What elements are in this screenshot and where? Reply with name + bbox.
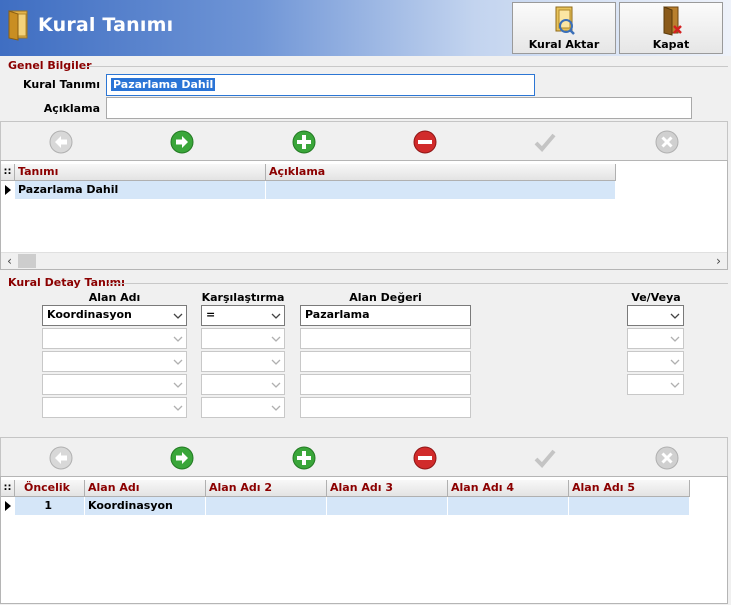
chevron-down-icon — [271, 405, 281, 411]
row-indicator — [1, 497, 15, 515]
scroll-left-icon[interactable]: ‹ — [1, 253, 18, 269]
group-divider — [108, 283, 728, 284]
close-door-icon — [663, 6, 682, 36]
alan-adi-dropdown[interactable] — [42, 374, 187, 395]
ve-veya-dropdown[interactable] — [627, 328, 684, 349]
chevron-down-icon — [173, 336, 183, 342]
chevron-down-icon — [173, 405, 183, 411]
kural-tanimi-field[interactable]: Pazarlama Dahil — [106, 74, 535, 96]
chevron-down-icon — [173, 359, 183, 365]
header-alan-adi: Alan Adı — [88, 291, 141, 304]
cancel-icon[interactable] — [654, 445, 680, 471]
karsilastirma-dropdown[interactable] — [201, 351, 285, 372]
back-arrow-icon[interactable] — [48, 129, 74, 155]
karsilastirma-dropdown[interactable]: = — [201, 305, 285, 326]
row-pointer-icon — [5, 501, 11, 511]
chevron-down-icon — [670, 336, 680, 342]
confirm-check-icon[interactable] — [532, 129, 558, 155]
chevron-down-icon — [173, 382, 183, 388]
grid-corner: :: — [1, 480, 15, 497]
karsilastirma-value: = — [206, 308, 216, 321]
scroll-thumb[interactable] — [18, 254, 36, 268]
add-icon[interactable] — [291, 129, 317, 155]
group-title-genel: Genel Bilgiler — [8, 59, 92, 72]
chevron-down-icon — [173, 313, 183, 319]
rules-nav-toolbar — [0, 121, 728, 160]
table-cell-aciklama[interactable] — [266, 181, 616, 199]
alan-adi-dropdown[interactable]: Koordinasyon — [42, 305, 187, 326]
back-arrow-icon[interactable] — [48, 445, 74, 471]
add-icon[interactable] — [291, 445, 317, 471]
alan-degeri-field[interactable] — [300, 328, 471, 349]
alan-adi-dropdown[interactable] — [42, 328, 187, 349]
alan-adi-dropdown[interactable] — [42, 351, 187, 372]
header-ve-veya: Ve/Veya — [631, 291, 681, 304]
scroll-right-icon[interactable]: › — [710, 253, 727, 269]
header-karsilastirma: Karşılaştırma — [201, 291, 285, 304]
delete-icon[interactable] — [412, 445, 438, 471]
aciklama-field[interactable] — [106, 97, 692, 119]
table-cell-alan-adi-5[interactable] — [569, 497, 690, 515]
grid-corner: :: — [1, 164, 15, 181]
forward-arrow-icon[interactable] — [169, 445, 195, 471]
chevron-down-icon — [271, 313, 281, 319]
alan-adi-dropdown[interactable] — [42, 397, 187, 418]
title-bar: Kural Tanımı Kural Aktar Kapat — [0, 0, 731, 56]
page-title: Kural Tanımı — [38, 14, 174, 36]
row-indicator — [1, 181, 15, 199]
chevron-down-icon — [271, 336, 281, 342]
table-cell-alan-adi-4[interactable] — [448, 497, 569, 515]
table-cell-alan-adi-2[interactable] — [206, 497, 327, 515]
column-header-alan-adi-4[interactable]: Alan Adı 4 — [448, 480, 569, 497]
alan-degeri-field[interactable] — [300, 397, 471, 418]
table-cell-tanimi[interactable]: Pazarlama Dahil — [15, 181, 266, 199]
group-divider — [82, 66, 728, 67]
folder-rules-icon — [8, 10, 28, 41]
detail-nav-toolbar — [0, 437, 728, 476]
column-header-alan-adi-2[interactable]: Alan Adı 2 — [206, 480, 327, 497]
detail-grid[interactable]: :: Öncelik Alan Adı Alan Adı 2 Alan Adı … — [0, 476, 728, 604]
column-header-alan-adi[interactable]: Alan Adı — [85, 480, 206, 497]
kural-aktar-button[interactable]: Kural Aktar — [512, 2, 616, 54]
alan-degeri-field[interactable] — [300, 351, 471, 372]
alan-degeri-field[interactable] — [300, 374, 471, 395]
karsilastirma-dropdown[interactable] — [201, 397, 285, 418]
aciklama-label: Açıklama — [43, 102, 100, 115]
chevron-down-icon — [670, 382, 680, 388]
kural-tanimi-value: Pazarlama Dahil — [111, 78, 216, 91]
export-rule-icon — [555, 6, 575, 35]
chevron-down-icon — [271, 359, 281, 365]
chevron-down-icon — [271, 382, 281, 388]
header-alan-degeri: Alan Değeri — [349, 291, 422, 304]
column-header-aciklama[interactable]: Açıklama — [266, 164, 616, 181]
alan-degeri-field[interactable]: Pazarlama — [300, 305, 471, 326]
chevron-down-icon — [670, 359, 680, 365]
column-header-alan-adi-5[interactable]: Alan Adı 5 — [569, 480, 690, 497]
row-pointer-icon — [5, 185, 11, 195]
table-cell-oncelik[interactable]: 1 — [15, 497, 85, 515]
table-cell-alan-adi[interactable]: Koordinasyon — [85, 497, 206, 515]
kapat-button[interactable]: Kapat — [619, 2, 723, 54]
rules-grid[interactable]: :: Tanımı Açıklama Pazarlama Dahil ‹ › — [0, 160, 728, 270]
cancel-icon[interactable] — [654, 129, 680, 155]
confirm-check-icon[interactable] — [532, 445, 558, 471]
column-header-oncelik[interactable]: Öncelik — [15, 480, 85, 497]
kural-tanimi-label: Kural Tanımı — [23, 78, 100, 91]
alan-adi-value: Koordinasyon — [47, 308, 132, 321]
delete-icon[interactable] — [412, 129, 438, 155]
alan-degeri-value: Pazarlama — [305, 308, 370, 321]
ve-veya-dropdown[interactable] — [627, 374, 684, 395]
column-header-alan-adi-3[interactable]: Alan Adı 3 — [327, 480, 448, 497]
table-cell-alan-adi-3[interactable] — [327, 497, 448, 515]
karsilastirma-dropdown[interactable] — [201, 328, 285, 349]
karsilastirma-dropdown[interactable] — [201, 374, 285, 395]
horizontal-scrollbar[interactable]: ‹ › — [1, 252, 727, 269]
forward-arrow-icon[interactable] — [169, 129, 195, 155]
chevron-down-icon — [670, 313, 680, 319]
kapat-label: Kapat — [652, 38, 690, 51]
ve-veya-dropdown[interactable] — [627, 351, 684, 372]
column-header-tanimi[interactable]: Tanımı — [15, 164, 266, 181]
ve-veya-dropdown[interactable] — [627, 305, 684, 326]
kural-aktar-label: Kural Aktar — [528, 38, 600, 51]
